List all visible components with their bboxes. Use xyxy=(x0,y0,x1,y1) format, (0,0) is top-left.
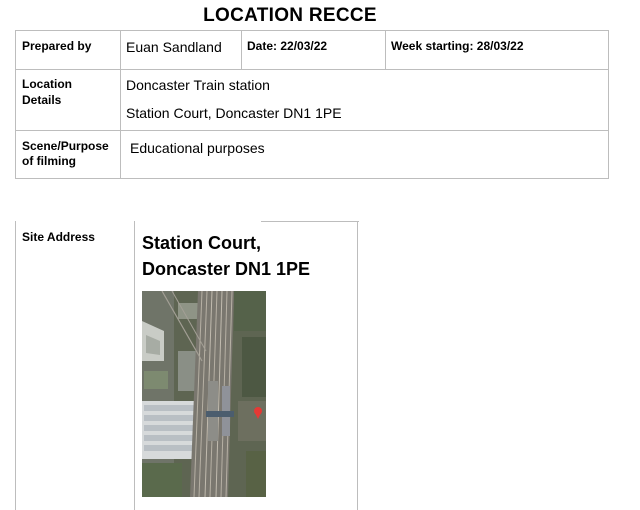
scene-label-line1: Scene/Purpose xyxy=(22,139,109,153)
details-table: Prepared by Euan Sandland Date: 22/03/22… xyxy=(15,30,609,179)
aerial-map-image xyxy=(142,291,266,497)
prepared-by-label: Prepared by xyxy=(22,39,92,53)
column-divider xyxy=(385,31,386,69)
row-divider xyxy=(16,130,608,131)
date-field: Date: 22/03/22 xyxy=(247,39,328,53)
location-details-label-line2: Details xyxy=(22,93,62,107)
row-divider xyxy=(16,69,608,70)
week-starting-field: Week starting: 28/03/22 xyxy=(391,39,524,53)
site-address-section: Site Address Station Court, Doncaster DN… xyxy=(15,221,359,510)
site-address-label: Site Address xyxy=(22,230,95,244)
prepared-by-value: Euan Sandland xyxy=(126,39,222,55)
site-address-heading: Station Court, Doncaster DN1 1PE xyxy=(142,230,352,282)
page-title: LOCATION RECCE xyxy=(203,5,377,26)
site-address-line1: Station Court, xyxy=(142,233,261,253)
site-address-line2: Doncaster DN1 1PE xyxy=(142,259,311,279)
location-address: Station Court, Doncaster DN1 1PE xyxy=(126,105,342,121)
scene-label-line2: of filming xyxy=(22,154,76,168)
column-divider xyxy=(120,31,121,179)
location-details-label-line1: Location xyxy=(22,77,72,91)
scene-purpose-value: Educational purposes xyxy=(130,140,265,156)
site-label-column xyxy=(15,221,135,510)
location-name: Doncaster Train station xyxy=(126,77,270,93)
column-divider xyxy=(241,31,242,69)
